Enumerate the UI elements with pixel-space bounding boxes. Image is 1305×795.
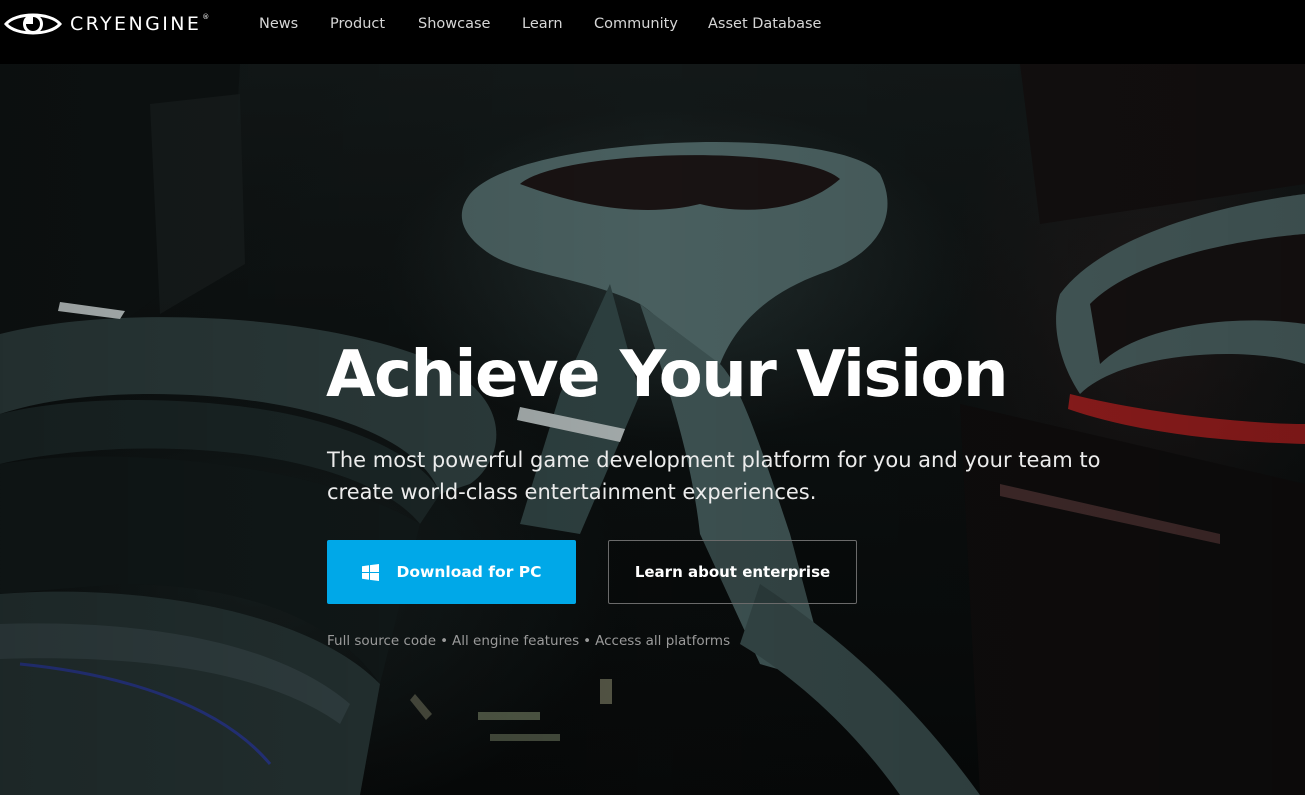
nav-asset-database[interactable]: Asset Database	[708, 14, 821, 34]
eye-logo-icon	[4, 13, 62, 35]
nav-showcase[interactable]: Showcase	[418, 14, 490, 34]
feature-full-source: Full source code	[327, 633, 437, 649]
logo-wordmark: CRYENGINE®	[70, 13, 210, 35]
nav-learn[interactable]: Learn	[522, 14, 563, 34]
hero-subtext: The most powerful game development platf…	[327, 448, 1101, 504]
hero-overlay	[0, 64, 1305, 795]
enterprise-button-label: Learn about enterprise	[634, 563, 831, 581]
feature-list: Full source code • All engine features • Acc…	[327, 632, 730, 650]
feature-separator: •	[583, 633, 592, 649]
learn-about-enterprise-button[interactable]: Learn about enterprise	[608, 540, 857, 604]
hero-headline: Achieve Your Vision	[326, 338, 1009, 412]
top-navigation-bar: CRYENGINE® News Product Showcase Learn C…	[0, 0, 1305, 64]
nav-community[interactable]: Community	[594, 14, 678, 34]
hero-section	[0, 64, 1305, 795]
feature-separator: •	[440, 633, 449, 649]
feature-all-platforms: Access all platforms	[595, 633, 731, 649]
nav-news[interactable]: News	[259, 14, 298, 34]
windows-icon	[361, 563, 379, 581]
cryengine-logo[interactable]: CRYENGINE®	[4, 10, 209, 38]
feature-engine-features: All engine features	[452, 633, 580, 649]
download-button-label: Download for PC	[396, 563, 542, 581]
download-for-pc-button[interactable]: Download for PC	[327, 540, 576, 604]
nav-product[interactable]: Product	[330, 14, 385, 34]
